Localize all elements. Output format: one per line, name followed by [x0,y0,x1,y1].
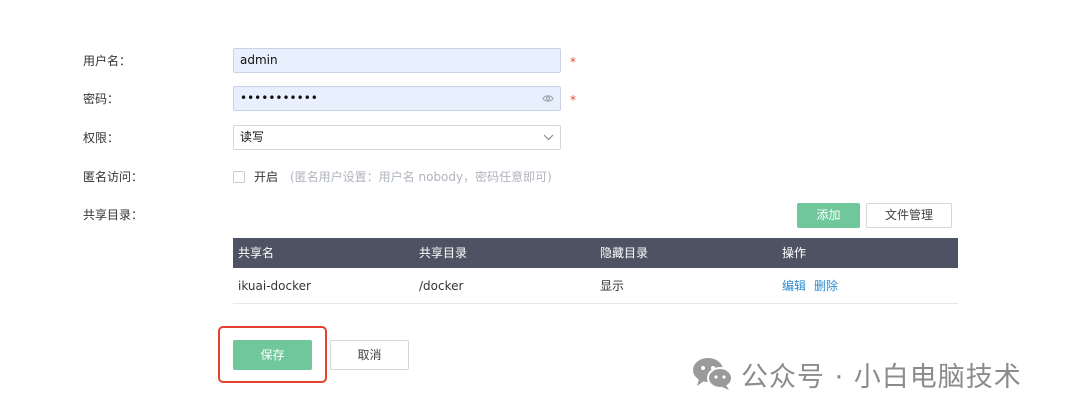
cell-actions: 编辑 删除 [782,268,846,304]
anonymous-hint: (匿名用户设置：用户名 nobody，密码任意即可) [290,170,552,184]
permission-select[interactable]: 读写 [233,125,561,150]
add-button[interactable]: 添加 [797,203,860,228]
watermark: 公众号 · 小白电脑技术 [691,356,1022,393]
username-input[interactable]: admin [233,48,561,73]
table-header: 共享名 共享目录 隐藏目录 操作 [233,238,958,268]
cancel-button[interactable]: 取消 [330,340,409,370]
file-manage-button[interactable]: 文件管理 [866,203,952,228]
smb-share-settings-form: 用户名： admin * 密码： ••••••••••• * 权限： 读写 匿名… [0,0,1080,416]
column-header-directory: 共享目录 [419,246,468,260]
username-required-mark: * [570,55,576,69]
cell-directory: /docker [419,279,464,293]
eye-icon[interactable] [542,94,554,103]
password-required-mark: * [570,93,576,107]
username-label: 用户名： [83,54,132,68]
cell-share-name: ikuai-docker [238,279,311,293]
password-input[interactable]: ••••••••••• [233,86,561,111]
wechat-icon [693,358,733,390]
delete-link[interactable]: 删除 [814,279,838,293]
shared-dir-table: 共享名 共享目录 隐藏目录 操作 ikuai-docker /docker 显示… [233,238,958,304]
edit-link[interactable]: 编辑 [782,279,806,293]
password-label: 密码： [83,92,120,106]
save-button[interactable]: 保存 [233,340,312,370]
column-header-actions: 操作 [782,246,807,260]
watermark-text: 公众号 · 小白电脑技术 [741,361,1022,393]
chevron-down-icon [543,134,554,141]
permission-label: 权限： [83,131,120,145]
password-value: ••••••••••• [240,91,318,105]
permission-value: 读写 [240,130,265,144]
anonymous-checkbox[interactable] [233,171,245,183]
shared-dir-label: 共享目录： [83,208,144,222]
column-header-share-name: 共享名 [238,246,275,260]
cell-hidden: 显示 [600,279,625,293]
column-header-hidden: 隐藏目录 [600,246,649,260]
anonymous-checkbox-label[interactable]: 开启 [254,169,278,185]
table-row: ikuai-docker /docker 显示 编辑 删除 [233,268,958,304]
anonymous-label: 匿名访问： [83,170,144,184]
